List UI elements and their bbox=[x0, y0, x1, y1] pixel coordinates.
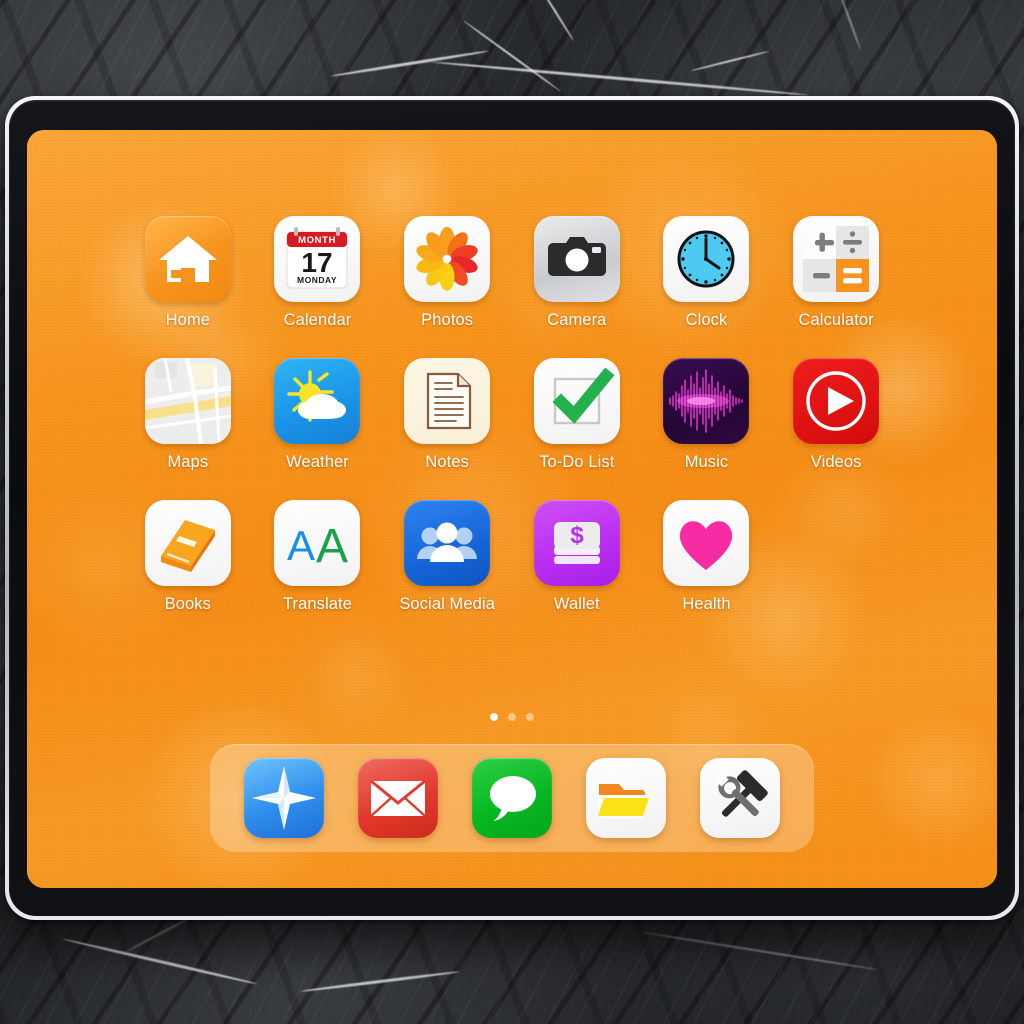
translate-letter-right: A bbox=[316, 520, 348, 573]
sun-cloud-icon bbox=[287, 370, 347, 422]
app-books[interactable]: Books bbox=[123, 500, 253, 614]
app-translate[interactable]: A A Translate bbox=[253, 500, 383, 614]
app-label: Music bbox=[684, 453, 729, 471]
note-page-icon bbox=[427, 372, 472, 430]
app-calendar[interactable]: MONTH 17 MONDAY Calendar bbox=[253, 216, 383, 330]
page-dot-active[interactable] bbox=[490, 713, 498, 721]
app-calculator[interactable]: Calculator bbox=[771, 216, 901, 330]
app-notes[interactable]: Notes bbox=[382, 358, 512, 472]
dock bbox=[210, 744, 814, 852]
app-label: Maps bbox=[167, 453, 209, 471]
dock-app-files[interactable] bbox=[586, 758, 666, 838]
app-icon-tile[interactable] bbox=[533, 358, 620, 444]
tablet-screen[interactable]: Home MONTH 17 MONDAY Calendar Photos Cam… bbox=[27, 130, 997, 888]
app-music[interactable]: Music bbox=[642, 358, 772, 472]
app-camera[interactable]: Camera bbox=[512, 216, 642, 330]
app-label: Home bbox=[165, 311, 211, 329]
page-dot-inactive[interactable] bbox=[508, 713, 516, 721]
calculator-icon bbox=[803, 226, 870, 292]
app-label: Videos bbox=[810, 453, 862, 471]
app-label: Health bbox=[682, 595, 731, 613]
tablet-device: Home MONTH 17 MONDAY Calendar Photos Cam… bbox=[5, 96, 1019, 920]
app-label: Translate bbox=[282, 595, 353, 613]
calendar-icon: MONTH 17 MONDAY bbox=[286, 227, 348, 289]
app-photos[interactable]: Photos bbox=[382, 216, 512, 330]
app-icon-tile[interactable] bbox=[663, 500, 750, 586]
app-maps[interactable]: Maps bbox=[123, 358, 253, 472]
app-icon-tile[interactable] bbox=[274, 358, 361, 444]
app-health[interactable]: Health bbox=[642, 500, 772, 614]
app-label: Weather bbox=[286, 453, 349, 471]
app-icon-tile[interactable]: A A bbox=[274, 500, 361, 586]
app-label: Calendar bbox=[283, 311, 352, 329]
app-icon-tile[interactable] bbox=[144, 358, 231, 444]
book-icon bbox=[160, 520, 215, 572]
app-icon-tile[interactable]: MONTH 17 MONDAY bbox=[274, 216, 361, 302]
checkmark-box-icon bbox=[552, 367, 615, 425]
app-icon-tile[interactable] bbox=[404, 500, 491, 586]
calendar-day-number: 17 bbox=[302, 247, 333, 278]
app-videos[interactable]: Videos bbox=[771, 358, 901, 472]
folder-icon bbox=[598, 784, 649, 819]
app-icon-tile[interactable] bbox=[144, 500, 231, 586]
map-icon bbox=[144, 358, 231, 444]
app-icon-tile[interactable] bbox=[793, 358, 880, 444]
compass-star-icon bbox=[252, 766, 316, 830]
app-icon-tile[interactable] bbox=[663, 358, 750, 444]
speech-bubble-icon bbox=[490, 776, 536, 821]
app-label: Books bbox=[164, 595, 211, 613]
waveform-icon bbox=[669, 369, 744, 433]
app-icon-tile[interactable] bbox=[404, 358, 491, 444]
app-icon-tile[interactable] bbox=[793, 216, 880, 302]
app-label: To-Do List bbox=[539, 453, 615, 471]
page-indicator[interactable] bbox=[27, 713, 997, 721]
app-icon-tile[interactable]: $ bbox=[533, 500, 620, 586]
app-social-media[interactable]: Social Media bbox=[382, 500, 512, 614]
tablet-bezel: Home MONTH 17 MONDAY Calendar Photos Cam… bbox=[9, 100, 1015, 916]
calendar-weekday: MONDAY bbox=[297, 275, 337, 285]
app-label: Clock bbox=[685, 311, 728, 329]
photos-flower-icon bbox=[414, 227, 480, 291]
dock-app-tools[interactable] bbox=[700, 758, 780, 838]
dock-app-safari[interactable] bbox=[244, 758, 324, 838]
app-wallet[interactable]: $ Wallet bbox=[512, 500, 642, 614]
people-group-icon bbox=[417, 522, 478, 562]
app-clock[interactable]: Clock bbox=[642, 216, 772, 330]
translate-letter-left: A bbox=[287, 522, 315, 569]
money-stack-icon: $ bbox=[553, 522, 600, 564]
envelope-icon bbox=[370, 779, 426, 817]
app-icon-tile[interactable] bbox=[404, 216, 491, 302]
dock-app-messages[interactable] bbox=[472, 758, 552, 838]
wallet-dollar-symbol: $ bbox=[570, 522, 584, 549]
app-label: Photos bbox=[421, 311, 474, 329]
app-label: Camera bbox=[547, 311, 607, 329]
app-icon-tile[interactable] bbox=[144, 216, 231, 302]
app-label: Social Media bbox=[399, 595, 495, 613]
camera-icon bbox=[547, 237, 606, 276]
calendar-banner-text: MONTH bbox=[299, 235, 337, 246]
house-icon bbox=[158, 236, 217, 282]
dock-app-mail[interactable] bbox=[358, 758, 438, 838]
heart-icon bbox=[680, 521, 733, 570]
app-icon-tile[interactable] bbox=[533, 216, 620, 302]
app-grid: Home MONTH 17 MONDAY Calendar Photos Cam… bbox=[27, 216, 997, 614]
double-a-icon: A A bbox=[287, 520, 348, 573]
play-circle-icon bbox=[806, 371, 866, 431]
app-todo-list[interactable]: To-Do List bbox=[512, 358, 642, 472]
app-label: Calculator bbox=[798, 311, 874, 329]
hammer-wrench-icon bbox=[716, 770, 768, 817]
app-home[interactable]: Home bbox=[123, 216, 253, 330]
app-weather[interactable]: Weather bbox=[253, 358, 383, 472]
app-icon-tile[interactable] bbox=[663, 216, 750, 302]
page-dot-inactive[interactable] bbox=[526, 713, 534, 721]
app-label: Wallet bbox=[553, 595, 600, 613]
clock-icon bbox=[677, 230, 735, 288]
app-label: Notes bbox=[425, 453, 469, 471]
